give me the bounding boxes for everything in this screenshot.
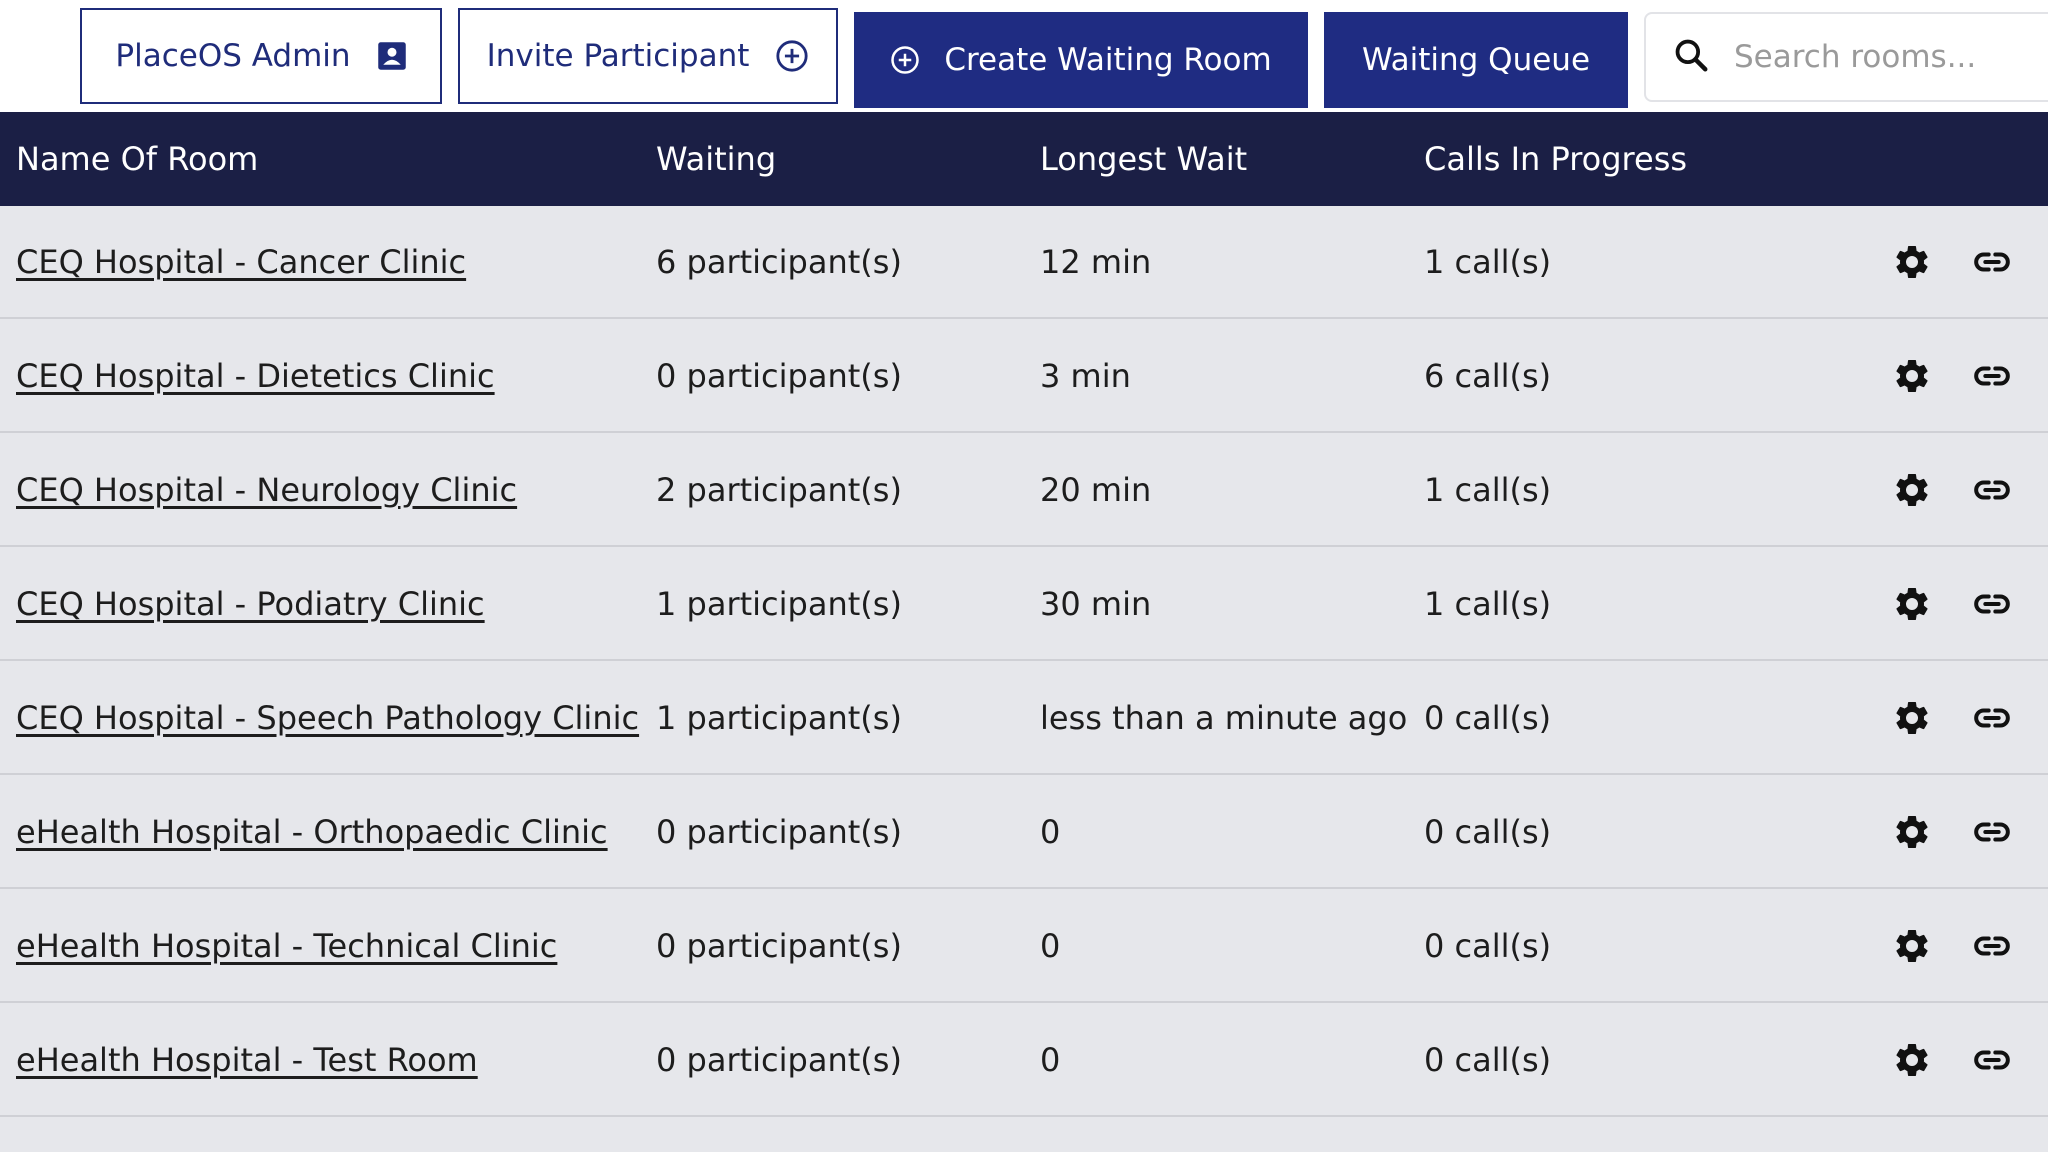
waiting-queue-label: Waiting Queue <box>1361 42 1591 78</box>
invite-participant-button[interactable]: Invite Participant <box>458 8 838 104</box>
room-name-link[interactable]: CEQ Hospital - Neurology Clinic <box>16 471 517 509</box>
column-header-waiting[interactable]: Waiting <box>656 112 776 206</box>
placeos-admin-button[interactable]: PlaceOS Admin <box>80 8 442 104</box>
room-name-link[interactable]: CEQ Hospital - Dietetics Clinic <box>16 357 495 395</box>
search-box[interactable] <box>1644 12 2048 102</box>
link-icon[interactable] <box>1972 242 2012 282</box>
longest-wait-cell: 0 <box>1040 1041 1061 1079</box>
longest-wait-cell: 12 min <box>1040 243 1152 281</box>
waiting-count-cell: 1 participant(s) <box>656 585 902 623</box>
calls-in-progress-cell: 1 call(s) <box>1424 243 1552 281</box>
link-icon[interactable] <box>1972 356 2012 396</box>
table-row: CEQ Hospital - Podiatry Clinic 1 particip… <box>0 548 2048 661</box>
column-header-name[interactable]: Name Of Room <box>16 112 258 206</box>
gear-icon[interactable] <box>1892 698 1932 738</box>
search-input[interactable] <box>1732 38 2036 76</box>
link-icon[interactable] <box>1972 926 2012 966</box>
create-waiting-room-label: Create Waiting Room <box>944 42 1272 78</box>
waiting-count-cell: 2 participant(s) <box>656 471 902 509</box>
calls-in-progress-cell: 0 call(s) <box>1424 699 1552 737</box>
room-name-cell: eHealth Hospital - Technical Clinic <box>16 890 557 1003</box>
longest-wait-cell: 0 <box>1040 813 1061 851</box>
room-name-cell: CEQ Hospital - Speech Pathology Clinic <box>16 662 639 775</box>
room-name-cell: CEQ Hospital - Podiatry Clinic <box>16 548 485 661</box>
table-row: CEQ Hospital - Cancer Clinic 6 participan… <box>0 206 2048 319</box>
gear-icon[interactable] <box>1892 812 1932 852</box>
contact-card-icon <box>377 41 407 71</box>
table-row: eHealth Hospital - Test Room 0 participan… <box>0 1004 2048 1117</box>
table-row: CEQ Hospital - Speech Pathology Clinic 1 … <box>0 662 2048 775</box>
placeos-admin-label: PlaceOS Admin <box>115 38 351 74</box>
room-name-link[interactable]: CEQ Hospital - Podiatry Clinic <box>16 585 485 623</box>
longest-wait-cell: 30 min <box>1040 585 1152 623</box>
longest-wait-cell: 0 <box>1040 927 1061 965</box>
room-name-cell: eHealth Hospital - Test Room <box>16 1004 478 1117</box>
longest-wait-cell: less than a minute ago <box>1040 699 1408 737</box>
table-row: CEQ Hospital - Dietetics Clinic 0 partici… <box>0 320 2048 433</box>
calls-in-progress-cell: 0 call(s) <box>1424 1041 1552 1079</box>
calls-in-progress-cell: 1 call(s) <box>1424 471 1552 509</box>
link-icon[interactable] <box>1972 584 2012 624</box>
gear-icon[interactable] <box>1892 356 1932 396</box>
room-name-cell: CEQ Hospital - Dietetics Clinic <box>16 320 495 433</box>
room-name-link[interactable]: eHealth Hospital - Technical Clinic <box>16 927 557 965</box>
gear-icon[interactable] <box>1892 470 1932 510</box>
toolbar: PlaceOS Admin Invite Participant Create … <box>0 0 2048 112</box>
link-icon[interactable] <box>1972 812 2012 852</box>
room-name-link[interactable]: eHealth Hospital - Orthopaedic Clinic <box>16 813 608 851</box>
waiting-count-cell: 0 participant(s) <box>656 813 902 851</box>
longest-wait-cell: 3 min <box>1040 357 1131 395</box>
waiting-count-cell: 0 participant(s) <box>656 357 902 395</box>
calls-in-progress-cell: 0 call(s) <box>1424 927 1552 965</box>
waiting-count-cell: 0 participant(s) <box>656 927 902 965</box>
calls-in-progress-cell: 1 call(s) <box>1424 585 1552 623</box>
waiting-count-cell: 1 participant(s) <box>656 699 902 737</box>
gear-icon[interactable] <box>1892 926 1932 966</box>
table-row: eHealth Hospital - Orthopaedic Clinic 0 p… <box>0 776 2048 889</box>
room-name-cell: CEQ Hospital - Neurology Clinic <box>16 434 517 547</box>
column-header-longest-wait[interactable]: Longest Wait <box>1040 112 1247 206</box>
gear-icon[interactable] <box>1892 584 1932 624</box>
plus-circle-icon <box>775 39 809 73</box>
room-name-link[interactable]: CEQ Hospital - Speech Pathology Clinic <box>16 699 639 737</box>
table-header: Name Of Room Waiting Longest Wait Calls … <box>0 112 2048 206</box>
create-waiting-room-button[interactable]: Create Waiting Room <box>854 12 1308 108</box>
plus-circle-icon <box>890 45 920 75</box>
link-icon[interactable] <box>1972 1040 2012 1080</box>
longest-wait-cell: 20 min <box>1040 471 1152 509</box>
table-row: CEQ Hospital - Neurology Clinic 2 partici… <box>0 434 2048 547</box>
invite-participant-label: Invite Participant <box>486 38 750 74</box>
gear-icon[interactable] <box>1892 242 1932 282</box>
waiting-count-cell: 6 participant(s) <box>656 243 902 281</box>
room-name-cell: eHealth Hospital - Orthopaedic Clinic <box>16 776 608 889</box>
search-icon <box>1672 36 1710 78</box>
link-icon[interactable] <box>1972 698 2012 738</box>
room-name-cell: CEQ Hospital - Cancer Clinic <box>16 206 466 319</box>
room-name-link[interactable]: CEQ Hospital - Cancer Clinic <box>16 243 466 281</box>
table-row: eHealth Hospital - Technical Clinic 0 par… <box>0 890 2048 1003</box>
column-header-calls-in-progress[interactable]: Calls In Progress <box>1424 112 1687 206</box>
waiting-count-cell: 0 participant(s) <box>656 1041 902 1079</box>
link-icon[interactable] <box>1972 470 2012 510</box>
gear-icon[interactable] <box>1892 1040 1932 1080</box>
waiting-queue-button[interactable]: Waiting Queue <box>1324 12 1628 108</box>
room-name-link[interactable]: eHealth Hospital - Test Room <box>16 1041 478 1079</box>
calls-in-progress-cell: 6 call(s) <box>1424 357 1552 395</box>
calls-in-progress-cell: 0 call(s) <box>1424 813 1552 851</box>
